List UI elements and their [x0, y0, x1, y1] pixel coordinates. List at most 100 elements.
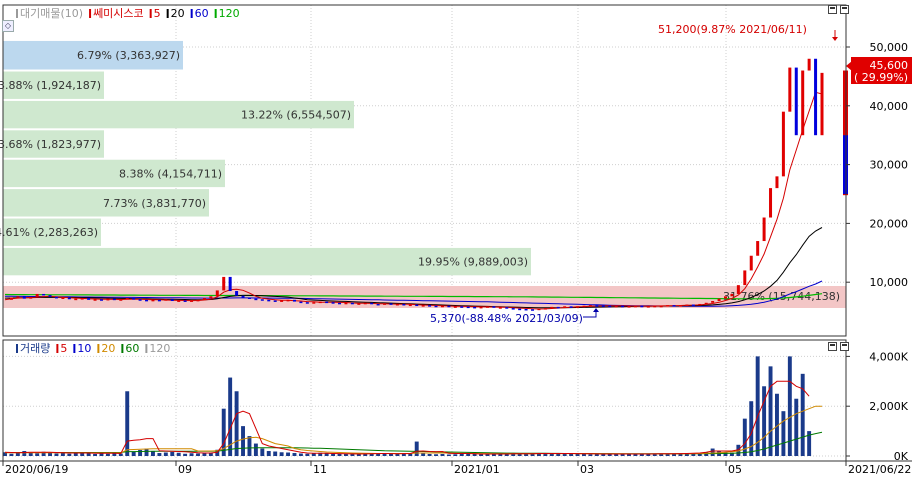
price-candle [762, 217, 766, 242]
price-candle [756, 241, 760, 256]
volume-bar [260, 448, 265, 456]
volume-bar [678, 454, 683, 456]
volume-bar [794, 398, 799, 456]
price-tick-label: 10,000 [870, 276, 909, 289]
scroll-icon[interactable]: ◇ [2, 20, 14, 32]
volume-legend-swatch [97, 344, 100, 353]
price-candle [711, 301, 715, 303]
volume-bar [279, 452, 284, 456]
volume-bar [524, 454, 529, 456]
price-candle [338, 302, 342, 305]
low-price-label: 5,370(-88.48% 2021/03/09) [430, 312, 583, 325]
price-candle [196, 299, 200, 302]
price-candle [132, 298, 136, 300]
price-candle [202, 298, 206, 300]
date-tick-label: 2021/06/22 [848, 463, 911, 476]
price-candle [653, 305, 657, 308]
price-candle [505, 307, 509, 309]
volume-bar [588, 454, 593, 456]
price-candle [402, 303, 406, 306]
price-candle [395, 303, 399, 306]
price-candle [228, 276, 232, 292]
price-candle [376, 303, 380, 306]
price-candle [518, 308, 522, 311]
price-candle [621, 305, 625, 308]
price-candle [743, 270, 747, 286]
price-candle [247, 297, 251, 299]
price-candle [801, 70, 805, 136]
price-candle [447, 305, 451, 308]
price-candle [440, 305, 444, 308]
volume-bar [253, 443, 258, 456]
price-candle [80, 298, 84, 300]
volume-bar [800, 373, 805, 456]
volume-bar [35, 453, 40, 456]
volume-legend-label: 60 [125, 342, 139, 355]
price-candle [492, 306, 496, 308]
volume-legend-swatch [145, 344, 148, 353]
volume-bar [183, 453, 188, 456]
volume-legend-label: 거래량 [20, 342, 50, 355]
price-candle [22, 296, 26, 299]
date-tick-label: 11 [313, 463, 327, 476]
price-legend-swatch [190, 9, 193, 18]
close-icon[interactable] [840, 5, 849, 14]
price-candle [775, 176, 779, 189]
volume-bar [356, 454, 361, 456]
volume-bar [337, 454, 342, 456]
close-icon[interactable] [840, 342, 849, 351]
volume-legend-label: 20 [101, 342, 115, 355]
volume-bar [710, 448, 715, 456]
date-tick-label: 2020/06/19 [5, 463, 68, 476]
price-candle [260, 299, 264, 301]
price-candle [42, 293, 46, 296]
date-tick-label: 09 [178, 463, 192, 476]
volume-profile-label: 6.79% (3,363,927) [77, 49, 180, 62]
price-candle [466, 306, 470, 309]
volume-bar [93, 454, 98, 456]
price-candle [48, 295, 52, 297]
volume-bar [614, 454, 619, 456]
volume-legend-swatch [73, 344, 76, 353]
volume-bar [633, 454, 638, 456]
minimize-icon[interactable] [828, 342, 837, 351]
volume-bar [196, 453, 200, 456]
minimize-icon[interactable] [828, 5, 837, 14]
volume-profile-label: 13.22% (6,554,507) [241, 109, 351, 122]
high-price-label: 51,200(9.87% 2021/06/11) [658, 23, 807, 36]
price-legend-label: 5 [154, 7, 161, 20]
price-candle [209, 296, 213, 299]
volume-bar [292, 453, 297, 456]
volume-bar [247, 436, 252, 456]
volume-bar [286, 452, 291, 456]
volume-bar [582, 454, 586, 456]
date-tick-label: 03 [580, 463, 594, 476]
volume-legend-swatch [121, 344, 124, 353]
price-candle [312, 302, 316, 304]
price-candle [678, 305, 682, 307]
volume-bar [60, 453, 65, 456]
price-candle [479, 306, 483, 309]
price-candle [531, 309, 535, 311]
price-candle [601, 305, 605, 307]
volume-bar [434, 454, 438, 456]
volume-bar [138, 450, 143, 456]
volume-bar [562, 454, 567, 456]
volume-bar [266, 451, 271, 456]
volume-bar [234, 391, 239, 456]
price-tick-label: 20,000 [870, 217, 909, 230]
volume-bar [324, 453, 329, 456]
volume-legend-label: 10 [77, 342, 91, 355]
price-candle [273, 300, 277, 302]
volume-legend-label: 5 [60, 342, 67, 355]
price-candle [788, 67, 792, 112]
price-legend-swatch [214, 9, 217, 18]
price-candle [576, 306, 580, 308]
price-candle [389, 303, 393, 305]
price-candle [215, 290, 219, 297]
price-candle [145, 299, 149, 302]
price-candle [363, 302, 367, 305]
volume-bar [144, 448, 149, 456]
volume-bar [189, 453, 194, 456]
price-legend-label: 60 [195, 7, 209, 20]
